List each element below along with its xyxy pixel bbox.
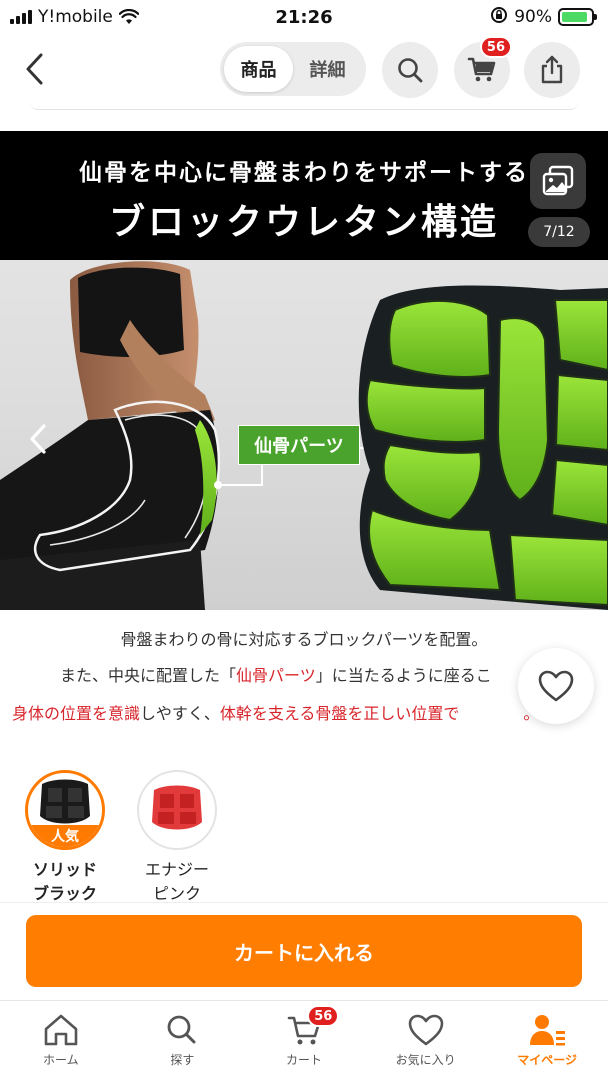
variant-name: エナジー ピンク	[144, 860, 209, 903]
variant-energy-pink[interactable]: エナジー ピンク	[136, 770, 218, 906]
variant-thumbnail: 人気	[25, 770, 105, 850]
description-line-3: 身体の位置を意識しやすく、体幹を支える骨盤を正しい位置で。	[12, 704, 539, 723]
search-icon	[398, 58, 423, 83]
product-description: 骨盤まわりの骨に対応するブロックパーツを配置。 また、中央に配置した「仙骨パーツ…	[0, 620, 608, 730]
cart-count-badge: 56	[307, 1005, 340, 1027]
tab-home[interactable]: ホーム	[0, 1001, 122, 1080]
divider	[30, 102, 578, 110]
cellular-signal-icon	[10, 10, 32, 24]
sacrum-part-label: 仙骨パーツ	[238, 425, 360, 465]
tab-label: マイページ	[517, 1053, 578, 1067]
tab-search[interactable]: 探す	[122, 1001, 244, 1080]
back-button[interactable]	[10, 45, 58, 93]
tab-label: 探す	[170, 1053, 195, 1067]
cart-icon	[467, 57, 496, 82]
seat-thumbnail-pink	[152, 785, 202, 830]
product-detail-segment: 商品 詳細	[220, 42, 366, 96]
tab-label: お気に入り	[395, 1053, 456, 1067]
heart-icon	[538, 670, 574, 702]
add-to-cart-bar: カートに入れる	[0, 902, 608, 998]
nav-bar: 商品 詳細 56	[0, 36, 608, 100]
image-counter: 7/12	[528, 217, 590, 247]
gallery-button[interactable]	[530, 153, 586, 209]
favorite-button[interactable]	[518, 648, 594, 724]
variant-solid-black[interactable]: 人気 ソリッド ブラック	[24, 770, 106, 906]
share-button[interactable]	[524, 42, 580, 98]
product-image-carousel[interactable]: 仙骨を中心に骨盤まわりをサポートする ブロックウレタン構造 7/12 仙骨パーツ	[0, 131, 608, 610]
color-variants: 人気 ソリッド ブラック エナジー ピンク	[24, 770, 218, 906]
variant-name: ソリッド ブラック	[32, 860, 97, 903]
add-to-cart-button[interactable]: カートに入れる	[26, 915, 582, 987]
heart-icon	[408, 1014, 443, 1046]
banner-heading: ブロックウレタン構造	[108, 202, 499, 243]
seat-thumbnail-black	[40, 779, 90, 824]
wifi-icon	[118, 9, 139, 25]
description-line-1: 骨盤まわりの骨に対応するブロックパーツを配置。	[120, 630, 488, 649]
tab-label: ホーム	[42, 1053, 79, 1067]
previous-image-button[interactable]	[20, 421, 56, 457]
battery-percent: 90%	[514, 7, 552, 27]
cart-button[interactable]: 56	[454, 36, 512, 98]
rotation-lock-icon	[490, 6, 508, 29]
cart-count-badge: 56	[479, 36, 512, 58]
bottom-tab-bar: ホーム 探す 56 カート お気に入り マイページ	[0, 1000, 608, 1080]
chevron-left-icon	[26, 53, 43, 85]
variant-thumbnail	[137, 770, 217, 850]
banner-subheading: 仙骨を中心に骨盤まわりをサポートする	[79, 160, 529, 186]
carrier-name: Y!mobile	[38, 7, 113, 27]
share-icon	[541, 55, 563, 84]
segment-details[interactable]: 詳細	[293, 46, 362, 92]
tab-favorites[interactable]: お気に入り	[365, 1001, 487, 1080]
user-icon	[530, 1015, 566, 1046]
segment-product[interactable]: 商品	[224, 46, 293, 92]
status-bar: Y!mobile 21:26 90%	[0, 0, 608, 34]
battery-icon	[558, 8, 597, 26]
gallery-icon	[542, 165, 574, 196]
image-banner: 仙骨を中心に骨盤まわりをサポートする ブロックウレタン構造	[0, 131, 608, 260]
search-button[interactable]	[382, 42, 438, 98]
popular-tag: 人気	[28, 825, 102, 847]
tab-cart[interactable]: 56 カート	[243, 1001, 365, 1080]
tab-label: カート	[285, 1053, 322, 1067]
home-icon	[44, 1014, 78, 1046]
chevron-left-icon	[30, 424, 46, 454]
tab-mypage[interactable]: マイページ	[486, 1001, 608, 1080]
search-icon	[167, 1015, 196, 1044]
